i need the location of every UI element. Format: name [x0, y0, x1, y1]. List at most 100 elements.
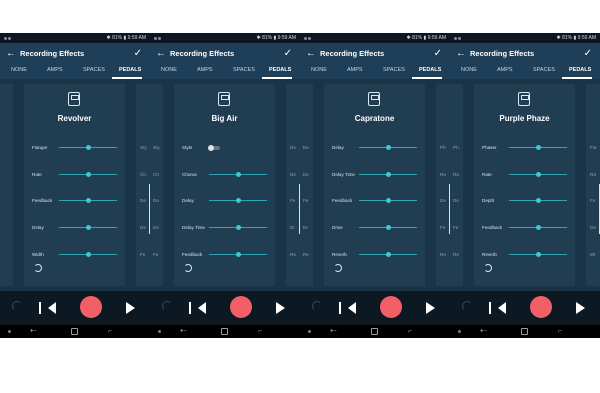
slider-thumb[interactable] — [85, 225, 91, 230]
slider-thumb[interactable] — [385, 252, 391, 257]
slider-thumb[interactable] — [85, 252, 91, 257]
android-home-icon[interactable] — [221, 328, 228, 335]
toggle-thumb[interactable] — [208, 145, 214, 151]
pedal-carousel: Revolver Flanger Rate Feedback Delay Width Sty… — [0, 79, 150, 291]
slider-thumb[interactable] — [235, 198, 241, 203]
slider-thumb[interactable] — [535, 172, 541, 177]
undo-icon[interactable] — [162, 301, 172, 311]
notification-icons — [454, 36, 464, 40]
tab-amps[interactable]: AMPS — [197, 67, 213, 73]
play-icon[interactable] — [276, 302, 285, 314]
slider-thumb[interactable] — [235, 225, 241, 230]
slider-thumb[interactable] — [535, 145, 541, 150]
skip-back-icon[interactable] — [489, 302, 506, 314]
tab-none[interactable]: NONE — [11, 67, 27, 73]
next-pedal-card[interactable]: Ph Ra De Fe Re — [436, 84, 450, 286]
status-bar: ✱ 81% ▮ 9:59 AM — [450, 33, 600, 43]
record-button[interactable] — [230, 296, 252, 318]
pedal-name: Capratone — [354, 114, 395, 123]
tab-pedals[interactable]: PEDALS — [119, 67, 141, 73]
next-pedal-param-label: De — [590, 225, 596, 230]
slider-thumb[interactable] — [235, 172, 241, 177]
slider-thumb[interactable] — [535, 198, 541, 203]
tab-amps[interactable]: AMPS — [497, 67, 513, 73]
skip-back-icon[interactable] — [339, 302, 356, 314]
android-back-icon[interactable]: ⇠ — [30, 326, 37, 336]
slider-thumb[interactable] — [85, 172, 91, 177]
android-recents-icon[interactable]: ⌐ — [108, 327, 112, 336]
undo-icon[interactable] — [312, 301, 322, 311]
slider-thumb[interactable] — [385, 225, 391, 230]
android-recents-icon[interactable]: ⌐ — [408, 327, 412, 336]
tab-pedals[interactable]: PEDALS — [269, 67, 291, 73]
param-label: Delay — [182, 198, 194, 203]
tab-spaces[interactable]: SPACES — [533, 67, 555, 73]
arrow-left-icon[interactable]: ← — [306, 47, 316, 61]
android-back-icon[interactable]: ⇠ — [180, 326, 187, 336]
undo-icon[interactable] — [462, 301, 472, 311]
undo-icon[interactable] — [12, 301, 22, 311]
android-back-icon[interactable]: ⇠ — [480, 326, 487, 336]
slider-thumb[interactable] — [85, 198, 91, 203]
previous-pedal-card[interactable] — [0, 84, 13, 286]
slider-thumb[interactable] — [235, 252, 241, 257]
arrow-left-icon[interactable]: ← — [156, 47, 166, 61]
slider-thumb[interactable] — [535, 225, 541, 230]
android-home-icon[interactable] — [521, 328, 528, 335]
reset-icon[interactable] — [484, 264, 492, 272]
tab-none[interactable]: NONE — [461, 67, 477, 73]
previous-pedal-card[interactable]: Sty Ch De De Fe — [150, 84, 163, 286]
tab-pedals[interactable]: PEDALS — [569, 67, 591, 73]
android-recents-icon[interactable]: ⌐ — [258, 327, 262, 336]
record-button[interactable] — [80, 296, 102, 318]
param-label: Reverb — [482, 252, 497, 257]
pedal-card: Purple Phaze Phaser Rate Depth Feedback Rever… — [474, 84, 575, 286]
slider-thumb[interactable] — [535, 252, 541, 257]
reset-icon[interactable] — [34, 264, 42, 272]
play-icon[interactable] — [426, 302, 435, 314]
slider-thumb[interactable] — [385, 145, 391, 150]
check-icon[interactable]: ✓ — [584, 47, 592, 61]
param-label: Delay Time — [182, 225, 205, 230]
check-icon[interactable]: ✓ — [434, 47, 442, 61]
android-home-icon[interactable] — [371, 328, 378, 335]
next-pedal-card[interactable]: Fla Ra Fe De Wi — [586, 84, 600, 286]
next-pedal-card[interactable]: De De Fe Dr Re — [286, 84, 300, 286]
previous-pedal-param-label: Dr — [303, 225, 308, 230]
android-nav-bar: ⇠ ⌐ — [0, 325, 150, 338]
previous-pedal-card[interactable]: Ph Ra De Fe Re — [450, 84, 463, 286]
tab-spaces[interactable]: SPACES — [83, 67, 105, 73]
record-button[interactable] — [530, 296, 552, 318]
slider-thumb[interactable] — [385, 198, 391, 203]
nav-dot-icon — [458, 330, 461, 333]
tab-pedals[interactable]: PEDALS — [419, 67, 441, 73]
tab-spaces[interactable]: SPACES — [233, 67, 255, 73]
tab-spaces[interactable]: SPACES — [383, 67, 405, 73]
skip-back-icon[interactable] — [39, 302, 56, 314]
slider-thumb[interactable] — [85, 145, 91, 150]
next-pedal-param-label: Dr — [290, 225, 295, 230]
android-recents-icon[interactable]: ⌐ — [558, 327, 562, 336]
arrow-left-icon[interactable]: ← — [6, 47, 16, 61]
slider-thumb[interactable] — [385, 172, 391, 177]
check-icon[interactable]: ✓ — [134, 47, 142, 61]
check-icon[interactable]: ✓ — [284, 47, 292, 61]
reset-icon[interactable] — [334, 264, 342, 272]
tab-amps[interactable]: AMPS — [347, 67, 363, 73]
previous-pedal-param-label: Ph — [453, 145, 459, 150]
tab-amps[interactable]: AMPS — [47, 67, 63, 73]
previous-pedal-param-label: De — [153, 198, 159, 203]
android-home-icon[interactable] — [71, 328, 78, 335]
play-icon[interactable] — [576, 302, 585, 314]
skip-back-icon[interactable] — [189, 302, 206, 314]
play-icon[interactable] — [126, 302, 135, 314]
android-back-icon[interactable]: ⇠ — [330, 326, 337, 336]
previous-pedal-card[interactable]: De De Fe Dr Re — [300, 84, 313, 286]
tab-none[interactable]: NONE — [161, 67, 177, 73]
next-pedal-card[interactable]: Sty Ch De De Fe — [136, 84, 150, 286]
tab-none[interactable]: NONE — [311, 67, 327, 73]
record-button[interactable] — [380, 296, 402, 318]
param-label: Style — [182, 145, 193, 150]
reset-icon[interactable] — [184, 264, 192, 272]
arrow-left-icon[interactable]: ← — [456, 47, 466, 61]
